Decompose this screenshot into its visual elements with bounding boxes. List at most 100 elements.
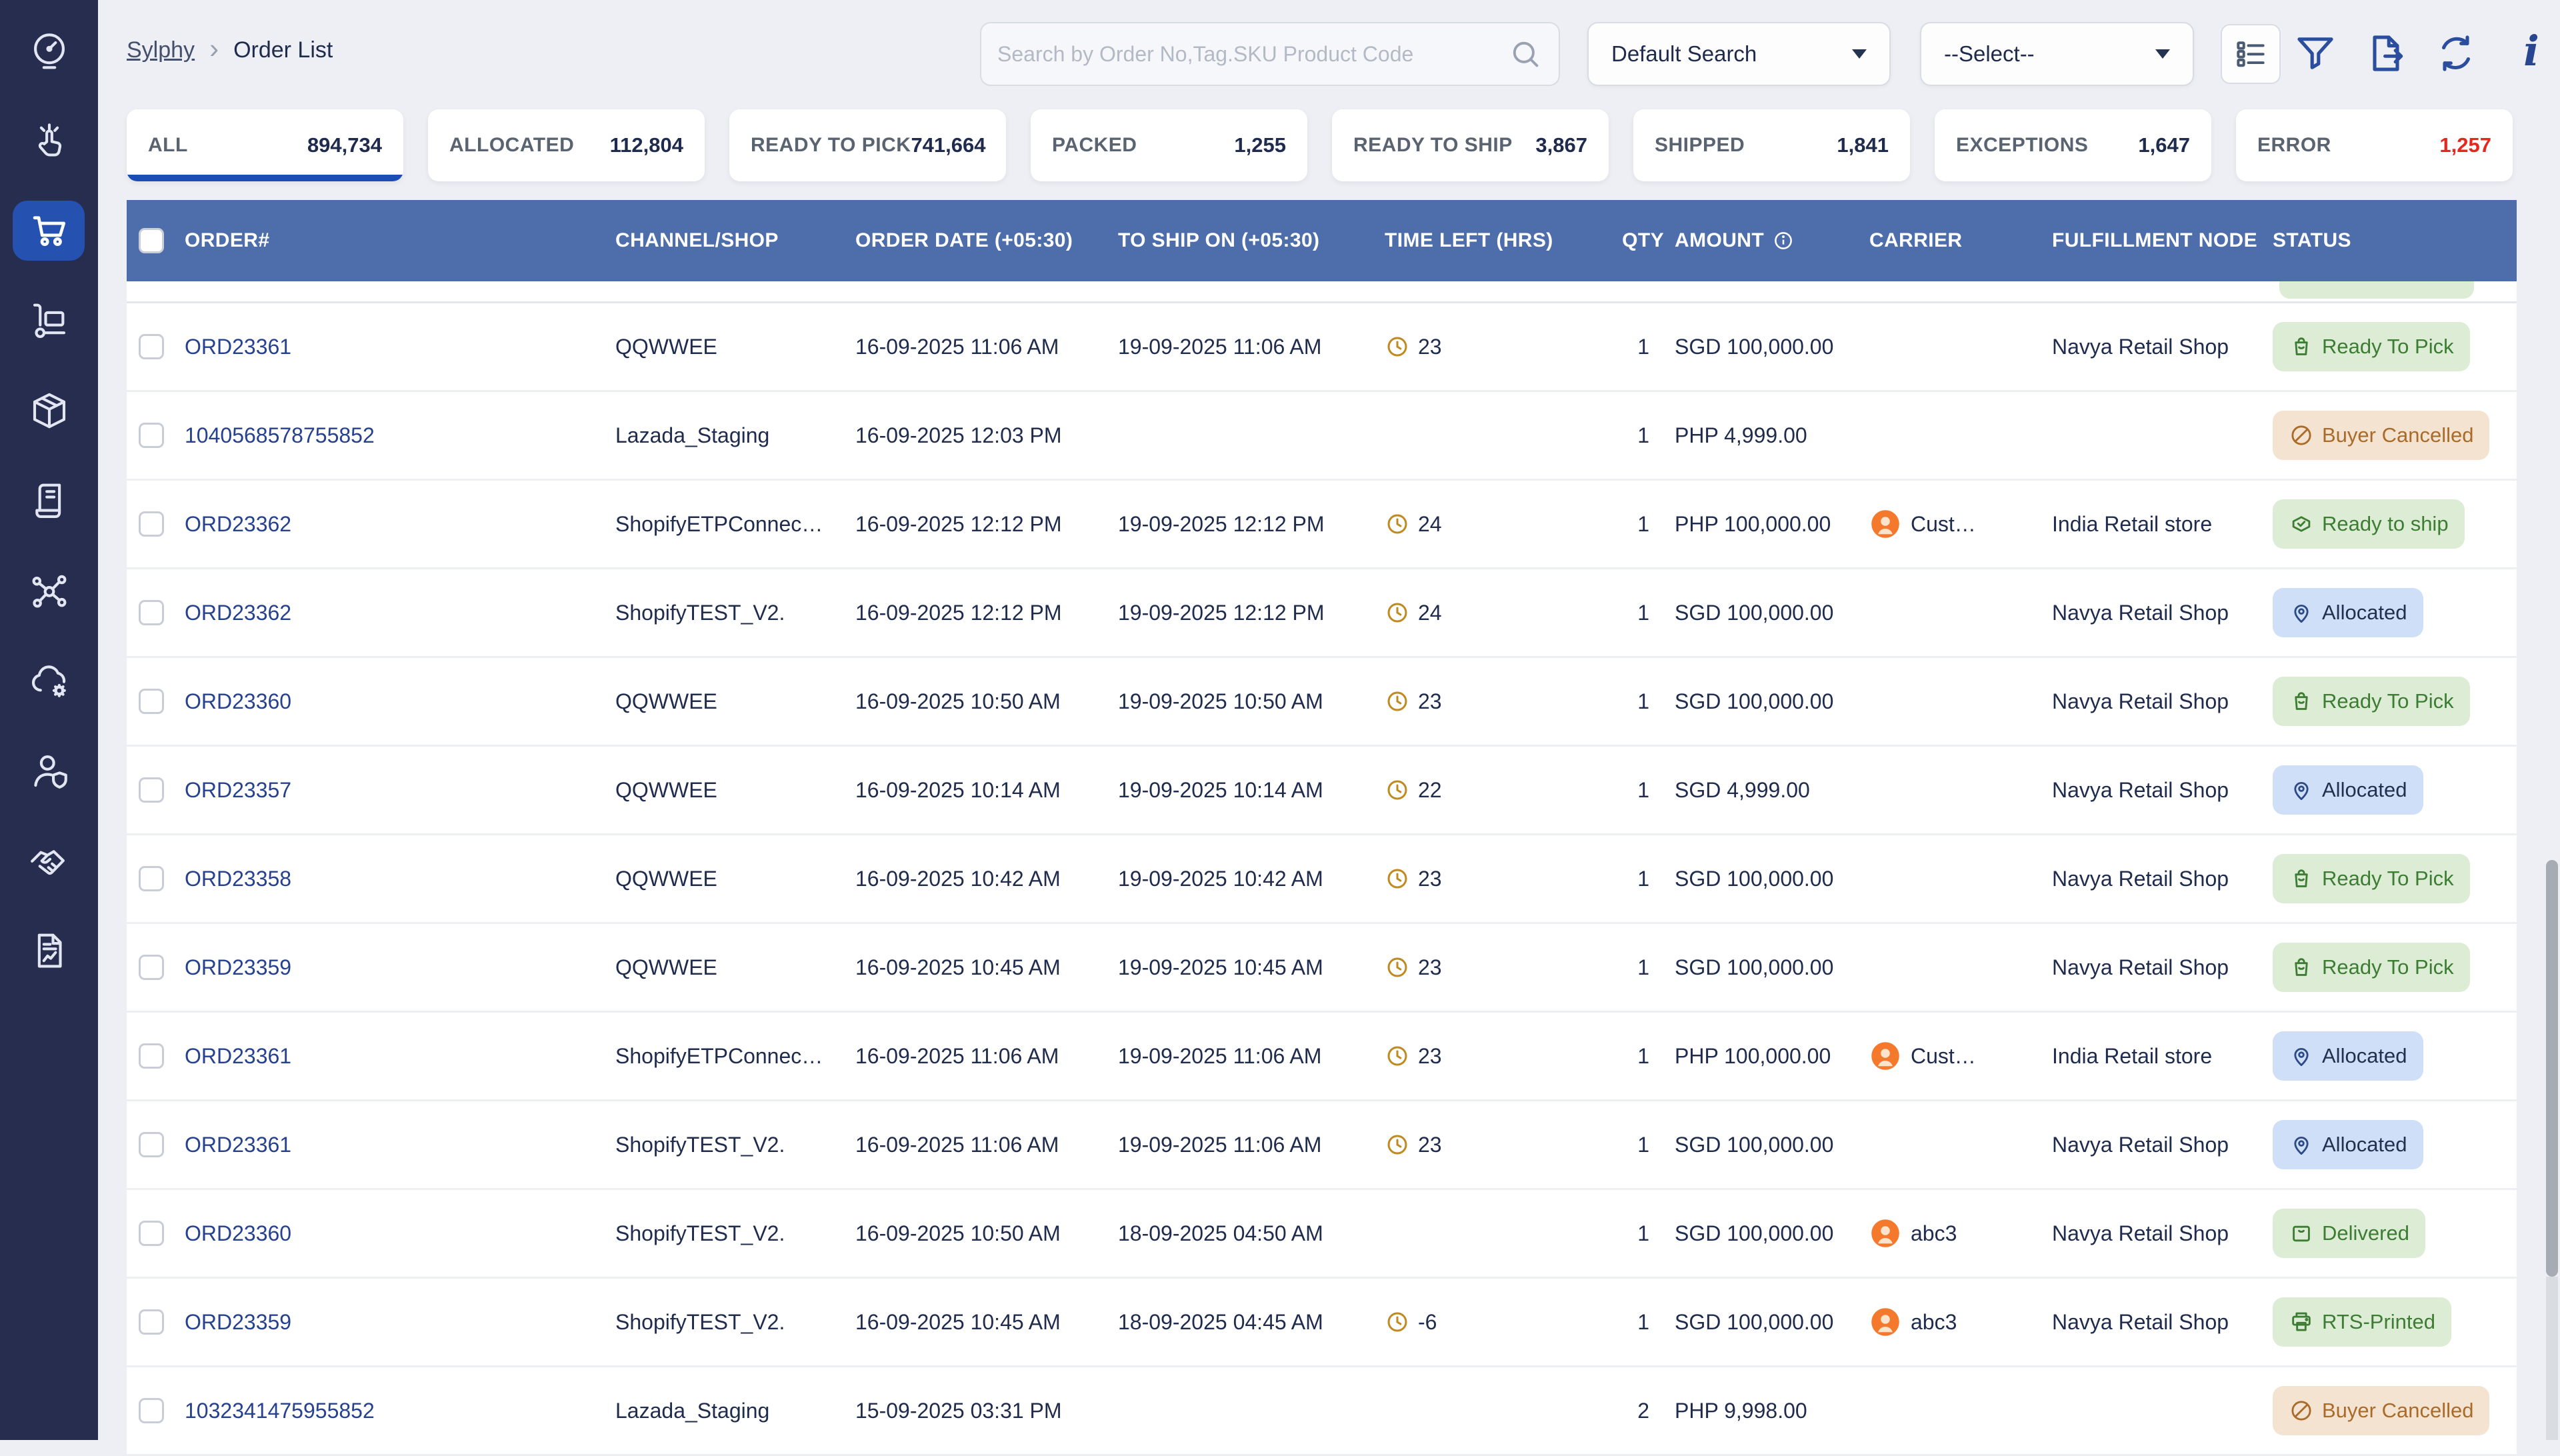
order-date-cell: 16-09-2025 10:14 AM	[855, 778, 1118, 803]
row-checkbox[interactable]	[139, 1043, 164, 1069]
status-tab[interactable]: EXCEPTIONS 1,647	[1935, 109, 2211, 181]
row-checkbox[interactable]	[139, 423, 164, 448]
time-left-cell: 23	[1385, 1043, 1605, 1069]
search-icon[interactable]	[1508, 37, 1543, 71]
status-tab[interactable]: ALLOCATED 112,804	[428, 109, 705, 181]
info-circle-icon[interactable]	[1772, 229, 1795, 252]
order-number-link[interactable]: ORD23359	[185, 1310, 291, 1334]
sidebar-item-dashboard[interactable]	[0, 27, 98, 75]
status-tab[interactable]: SHIPPED 1,841	[1633, 109, 1910, 181]
col-header-amount: AMOUNT	[1675, 228, 1869, 253]
page-title: Order List	[233, 37, 333, 63]
clock-icon	[1385, 1309, 1410, 1335]
order-number-link[interactable]: ORD23361	[185, 1133, 291, 1157]
order-number-link[interactable]: ORD23358	[185, 867, 291, 891]
status-tab[interactable]: PACKED 1,255	[1031, 109, 1307, 181]
carrier-cell: abc3	[1869, 1306, 2052, 1338]
qty-cell: 2	[1605, 1399, 1675, 1423]
sidebar-item-tap[interactable]	[0, 117, 98, 165]
ship-on-cell: 19-09-2025 10:14 AM	[1118, 778, 1385, 803]
sidebar-item-manifest[interactable]	[0, 477, 98, 525]
row-checkbox[interactable]	[139, 866, 164, 891]
sidebar-item-user-admin[interactable]	[0, 747, 98, 795]
order-number-link[interactable]: ORD23360	[185, 689, 291, 713]
tab-label: ALL	[148, 134, 188, 157]
sidebar-item-cloud-settings[interactable]	[0, 657, 98, 705]
time-left-cell: 23	[1385, 955, 1605, 980]
qty-cell: 1	[1605, 955, 1675, 980]
row-checkbox[interactable]	[139, 777, 164, 803]
tab-count: 1,255	[1234, 133, 1286, 157]
row-checkbox[interactable]	[139, 1309, 164, 1335]
col-header-channel: CHANNEL/SHOP	[615, 228, 855, 253]
default-search-dropdown[interactable]: Default Search	[1587, 22, 1891, 86]
ship-on-cell: 19-09-2025 10:42 AM	[1118, 867, 1385, 891]
status-tab[interactable]: ERROR 1,257	[2236, 109, 2513, 181]
row-checkbox[interactable]	[139, 511, 164, 537]
status-cell: Ready To Pick	[2273, 322, 2517, 371]
order-number-link[interactable]: ORD23362	[185, 601, 291, 625]
status-cell: RTS-Printed	[2273, 1297, 2517, 1347]
sidebar-item-logistics[interactable]	[0, 297, 98, 345]
row-checkbox[interactable]	[139, 1132, 164, 1157]
status-tab[interactable]: ALL 894,734	[127, 109, 403, 181]
refresh-button[interactable]	[2433, 31, 2479, 76]
user-shield-icon	[27, 749, 71, 793]
order-number-link[interactable]: ORD23361	[185, 335, 291, 359]
status-badge: Buyer Cancelled	[2273, 411, 2489, 460]
sidebar-item-reports[interactable]	[0, 927, 98, 975]
manifest-receipt-icon	[27, 479, 71, 523]
order-number-link[interactable]: ORD23360	[185, 1221, 291, 1245]
row-checkbox[interactable]	[139, 334, 164, 359]
sidebar-item-integrations[interactable]	[0, 567, 98, 615]
fulfillment-node-cell: Navya Retail Shop	[2052, 778, 2273, 803]
status-badge: Allocated	[2273, 1031, 2423, 1081]
delivered-box-icon	[2289, 1221, 2314, 1246]
breadcrumb-root-link[interactable]: Sylphy	[127, 37, 195, 63]
status-tab[interactable]: READY TO PICK 741,664	[729, 109, 1006, 181]
channel-cell: QQWWEE	[615, 335, 855, 359]
select-all-checkbox[interactable]	[139, 228, 164, 253]
ship-on-cell: 19-09-2025 10:45 AM	[1118, 955, 1385, 980]
list-view-button[interactable]	[2221, 24, 2281, 84]
time-left-cell: 22	[1385, 777, 1605, 803]
sidebar-item-orders[interactable]	[0, 207, 98, 255]
chevron-down-icon	[1852, 49, 1867, 59]
order-number-link[interactable]: ORD23357	[185, 778, 291, 802]
select-dropdown[interactable]: --Select--	[1920, 22, 2194, 86]
tab-label: PACKED	[1052, 134, 1137, 157]
tab-count: 112,804	[610, 133, 683, 157]
order-number-link[interactable]: ORD23359	[185, 955, 291, 979]
tab-label: READY TO SHIP	[1353, 134, 1513, 157]
row-checkbox[interactable]	[139, 689, 164, 714]
row-checkbox[interactable]	[139, 1221, 164, 1246]
ship-on-cell: 19-09-2025 12:12 PM	[1118, 512, 1385, 537]
table-row: ORD23360 ShopifyTEST_V2. 16-09-2025 10:5…	[127, 1190, 2517, 1279]
channel-cell: QQWWEE	[615, 778, 855, 803]
order-number-link[interactable]: 1032341475955852	[185, 1399, 375, 1423]
status-badge: Ready to ship	[2273, 499, 2465, 549]
sidebar-item-inventory[interactable]	[0, 387, 98, 435]
printer-icon	[2289, 1309, 2314, 1335]
order-number-link[interactable]: 1040568578755852	[185, 423, 375, 447]
order-date-cell: 16-09-2025 10:50 AM	[855, 689, 1118, 714]
search-input[interactable]	[997, 42, 1508, 67]
fulfillment-node-cell: Navya Retail Shop	[2052, 601, 2273, 625]
sidebar-item-partners[interactable]	[0, 837, 98, 885]
order-number-link[interactable]: ORD23362	[185, 512, 291, 536]
channel-cell: ShopifyETPConnec…	[615, 1044, 855, 1069]
fulfillment-node-cell: Navya Retail Shop	[2052, 867, 2273, 891]
scrollbar-thumb[interactable]	[2546, 860, 2558, 1277]
order-number-link[interactable]: ORD23361	[185, 1044, 291, 1068]
row-checkbox[interactable]	[139, 955, 164, 980]
carrier-cell: abc3	[1869, 1217, 2052, 1249]
status-badge: Ready To Pick	[2273, 677, 2470, 726]
export-button[interactable]	[2363, 31, 2409, 76]
scrollbar-track	[2546, 1277, 2558, 1440]
status-tab[interactable]: READY TO SHIP 3,867	[1332, 109, 1609, 181]
row-checkbox[interactable]	[139, 1398, 164, 1423]
filter-button[interactable]	[2293, 31, 2338, 76]
time-left-cell: 23	[1385, 866, 1605, 891]
row-checkbox[interactable]	[139, 600, 164, 625]
breadcrumb-separator: ›	[209, 39, 219, 59]
